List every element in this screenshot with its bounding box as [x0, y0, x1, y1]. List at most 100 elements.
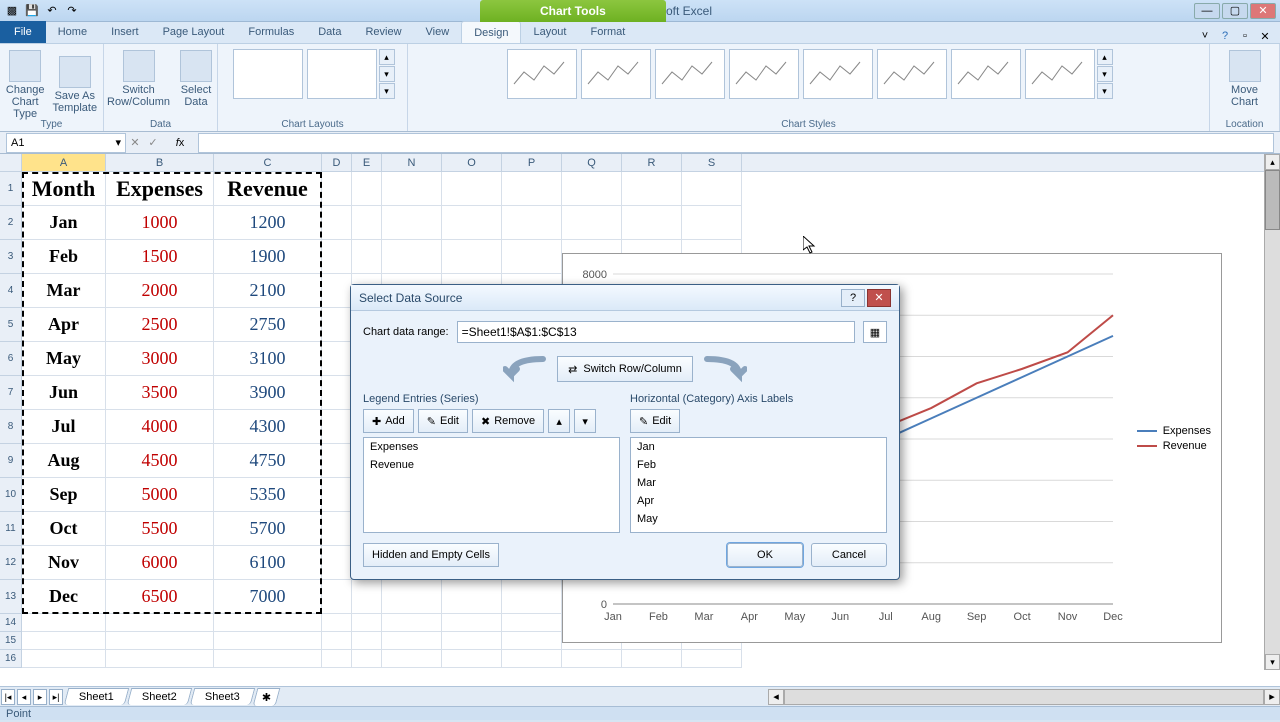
column-header[interactable]: Q — [562, 154, 622, 171]
cell[interactable]: 5000 — [106, 478, 214, 512]
cell[interactable] — [382, 240, 442, 274]
cell[interactable]: 6100 — [214, 546, 322, 580]
cell[interactable] — [322, 614, 352, 632]
tab-layout[interactable]: Layout — [521, 21, 578, 43]
row-header[interactable]: 10 — [0, 478, 22, 512]
cell[interactable] — [352, 172, 382, 206]
name-box[interactable]: A1▾ — [6, 133, 126, 153]
row-header[interactable]: 9 — [0, 444, 22, 478]
column-header[interactable]: R — [622, 154, 682, 171]
cell[interactable]: 7000 — [214, 580, 322, 614]
cell[interactable] — [322, 172, 352, 206]
cell[interactable] — [352, 632, 382, 650]
column-header[interactable]: A — [22, 154, 106, 171]
cell[interactable]: Oct — [22, 512, 106, 546]
cell[interactable]: 1200 — [214, 206, 322, 240]
cell[interactable] — [322, 342, 352, 376]
gallery-more-icon[interactable]: ▾ — [379, 83, 395, 99]
cell[interactable] — [382, 580, 442, 614]
cell[interactable] — [382, 614, 442, 632]
cell[interactable]: 1900 — [214, 240, 322, 274]
cell[interactable]: 3100 — [214, 342, 322, 376]
column-header[interactable]: S — [682, 154, 742, 171]
list-item[interactable]: Apr — [631, 492, 886, 510]
cell[interactable] — [562, 172, 622, 206]
move-chart-button[interactable]: Move Chart — [1223, 46, 1267, 110]
edit-series-button[interactable]: ✎Edit — [418, 409, 468, 433]
formula-bar[interactable] — [198, 133, 1274, 153]
cell[interactable]: Jul — [22, 410, 106, 444]
list-item[interactable]: Feb — [631, 456, 886, 474]
cell[interactable] — [106, 614, 214, 632]
tab-data[interactable]: Data — [306, 21, 353, 43]
row-header[interactable]: 6 — [0, 342, 22, 376]
minimize-ribbon-icon[interactable]: ˅ — [1198, 29, 1212, 43]
cell[interactable]: Dec — [22, 580, 106, 614]
cell[interactable]: Jun — [22, 376, 106, 410]
cell[interactable] — [442, 240, 502, 274]
sheet-nav-next[interactable]: ▸ — [33, 689, 47, 705]
cell[interactable]: 5700 — [214, 512, 322, 546]
row-header[interactable]: 16 — [0, 650, 22, 668]
cell[interactable] — [502, 240, 562, 274]
cell[interactable]: 2000 — [106, 274, 214, 308]
cell[interactable]: Month — [22, 172, 106, 206]
cell[interactable] — [442, 172, 502, 206]
list-item[interactable]: May — [631, 510, 886, 528]
sheet-tab[interactable]: Sheet1 — [64, 688, 129, 705]
cell[interactable]: 3000 — [106, 342, 214, 376]
cell[interactable] — [322, 410, 352, 444]
sheet-nav-first[interactable]: |◂ — [1, 689, 15, 705]
row-header[interactable]: 15 — [0, 632, 22, 650]
tab-home[interactable]: Home — [46, 21, 99, 43]
tab-view[interactable]: View — [414, 21, 462, 43]
column-header[interactable]: E — [352, 154, 382, 171]
column-header[interactable]: N — [382, 154, 442, 171]
cell[interactable] — [382, 172, 442, 206]
column-header[interactable]: B — [106, 154, 214, 171]
cell[interactable]: 6000 — [106, 546, 214, 580]
cell[interactable] — [322, 308, 352, 342]
sheet-tab[interactable]: Sheet2 — [127, 688, 192, 705]
cell[interactable]: 4500 — [106, 444, 214, 478]
cell[interactable]: Sep — [22, 478, 106, 512]
cell[interactable]: Mar — [22, 274, 106, 308]
cell[interactable] — [562, 650, 622, 668]
scroll-thumb[interactable] — [1265, 170, 1280, 230]
cell[interactable] — [442, 632, 502, 650]
cell[interactable] — [622, 172, 682, 206]
cancel-button[interactable]: Cancel — [811, 543, 887, 567]
cell[interactable] — [442, 614, 502, 632]
gallery-down-icon[interactable]: ▾ — [379, 66, 395, 82]
cell[interactable] — [22, 650, 106, 668]
close-button[interactable]: ✕ — [1250, 3, 1276, 19]
cell[interactable]: 4750 — [214, 444, 322, 478]
save-icon[interactable]: 💾 — [24, 3, 40, 19]
column-header[interactable]: D — [322, 154, 352, 171]
cell[interactable]: 1500 — [106, 240, 214, 274]
cell[interactable]: 2500 — [106, 308, 214, 342]
remove-series-button[interactable]: ✖Remove — [472, 409, 544, 433]
cell[interactable] — [322, 546, 352, 580]
cell[interactable] — [322, 650, 352, 668]
gallery-down-icon[interactable]: ▾ — [1097, 66, 1113, 82]
category-listbox[interactable]: JanFebMarAprMay — [630, 437, 887, 533]
cell[interactable]: 4000 — [106, 410, 214, 444]
cell[interactable] — [352, 206, 382, 240]
cancel-formula-icon[interactable]: ✕ — [126, 136, 144, 149]
cell[interactable]: Expenses — [106, 172, 214, 206]
cell[interactable] — [322, 478, 352, 512]
cell[interactable] — [502, 632, 562, 650]
window-restore-icon[interactable]: ▫ — [1238, 29, 1252, 43]
cell[interactable] — [442, 206, 502, 240]
cell[interactable]: Nov — [22, 546, 106, 580]
row-header[interactable]: 8 — [0, 410, 22, 444]
gallery-up-icon[interactable]: ▴ — [1097, 49, 1113, 65]
dialog-help-button[interactable]: ? — [841, 289, 865, 307]
chart-style-tile[interactable] — [803, 49, 873, 99]
cell[interactable] — [322, 274, 352, 308]
chart-style-tile[interactable] — [1025, 49, 1095, 99]
select-all-corner[interactable] — [0, 154, 22, 171]
tab-file[interactable]: File — [0, 21, 46, 43]
tab-design[interactable]: Design — [461, 21, 521, 43]
